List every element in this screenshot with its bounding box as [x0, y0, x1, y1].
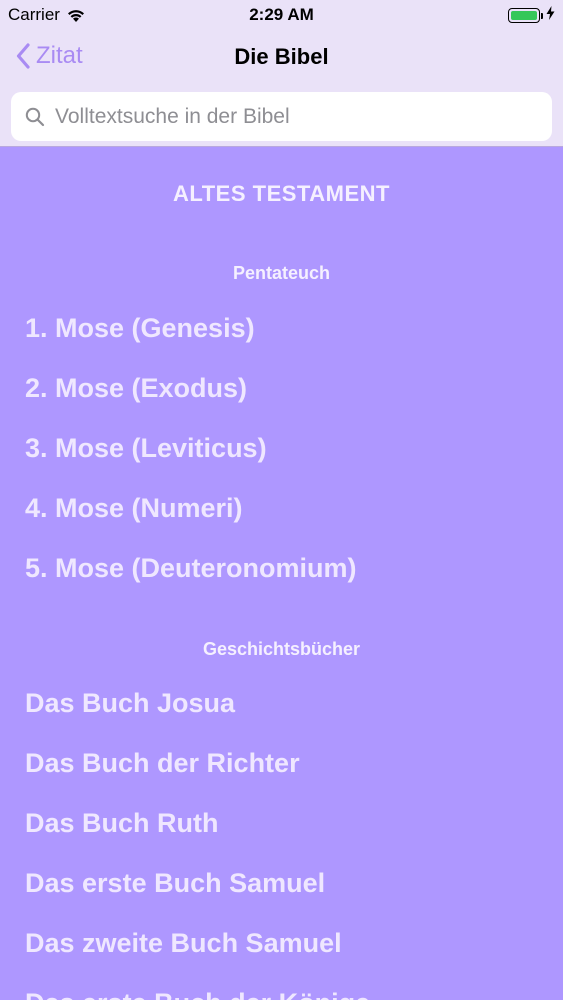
book-item[interactable]: Das zweite Buch Samuel: [25, 913, 370, 973]
group-header-pentateuch: Pentateuch: [232, 263, 331, 283]
charging-bolt-icon: [546, 6, 555, 25]
book-item[interactable]: 5. Mose (Deuteronomium): [25, 538, 357, 598]
status-bar: Carrier 2:29 AM: [0, 0, 563, 30]
book-item[interactable]: Das Buch Ruth: [25, 793, 370, 853]
book-list-geschichtsbuecher: Das Buch Josua Das Buch der Richter Das …: [25, 673, 370, 1000]
book-item[interactable]: 3. Mose (Leviticus): [25, 418, 357, 478]
book-item[interactable]: Das erste Buch der Könige: [25, 973, 370, 1000]
search-bar[interactable]: [11, 92, 552, 141]
book-item[interactable]: 2. Mose (Exodus): [25, 358, 357, 418]
book-item[interactable]: Das Buch Josua: [25, 673, 370, 733]
battery-indicator: [508, 6, 555, 25]
book-item[interactable]: 1. Mose (Genesis): [25, 298, 357, 358]
battery-level: [511, 11, 537, 20]
search-icon: [25, 107, 45, 127]
book-index: ALTES TESTAMENT Pentateuch 1. Mose (Gene…: [0, 147, 563, 1000]
book-list-pentateuch: 1. Mose (Genesis) 2. Mose (Exodus) 3. Mo…: [25, 298, 357, 598]
group-header-geschichtsbuecher: Geschichtsbücher: [202, 639, 361, 659]
battery-icon: [508, 8, 540, 23]
book-item[interactable]: 4. Mose (Numeri): [25, 478, 357, 538]
book-item[interactable]: Das Buch der Richter: [25, 733, 370, 793]
section-title: ALTES TESTAMENT: [173, 181, 390, 206]
battery-tip: [541, 12, 543, 19]
status-time: 2:29 AM: [249, 5, 314, 24]
navigation-bar: Zitat Die Bibel: [0, 30, 563, 86]
search-input[interactable]: [53, 103, 527, 130]
page-title: Die Bibel: [234, 44, 329, 69]
book-item[interactable]: Das erste Buch Samuel: [25, 853, 370, 913]
top-bar: Carrier 2:29 AM Zitat Die Bibel Volltext…: [0, 0, 563, 147]
